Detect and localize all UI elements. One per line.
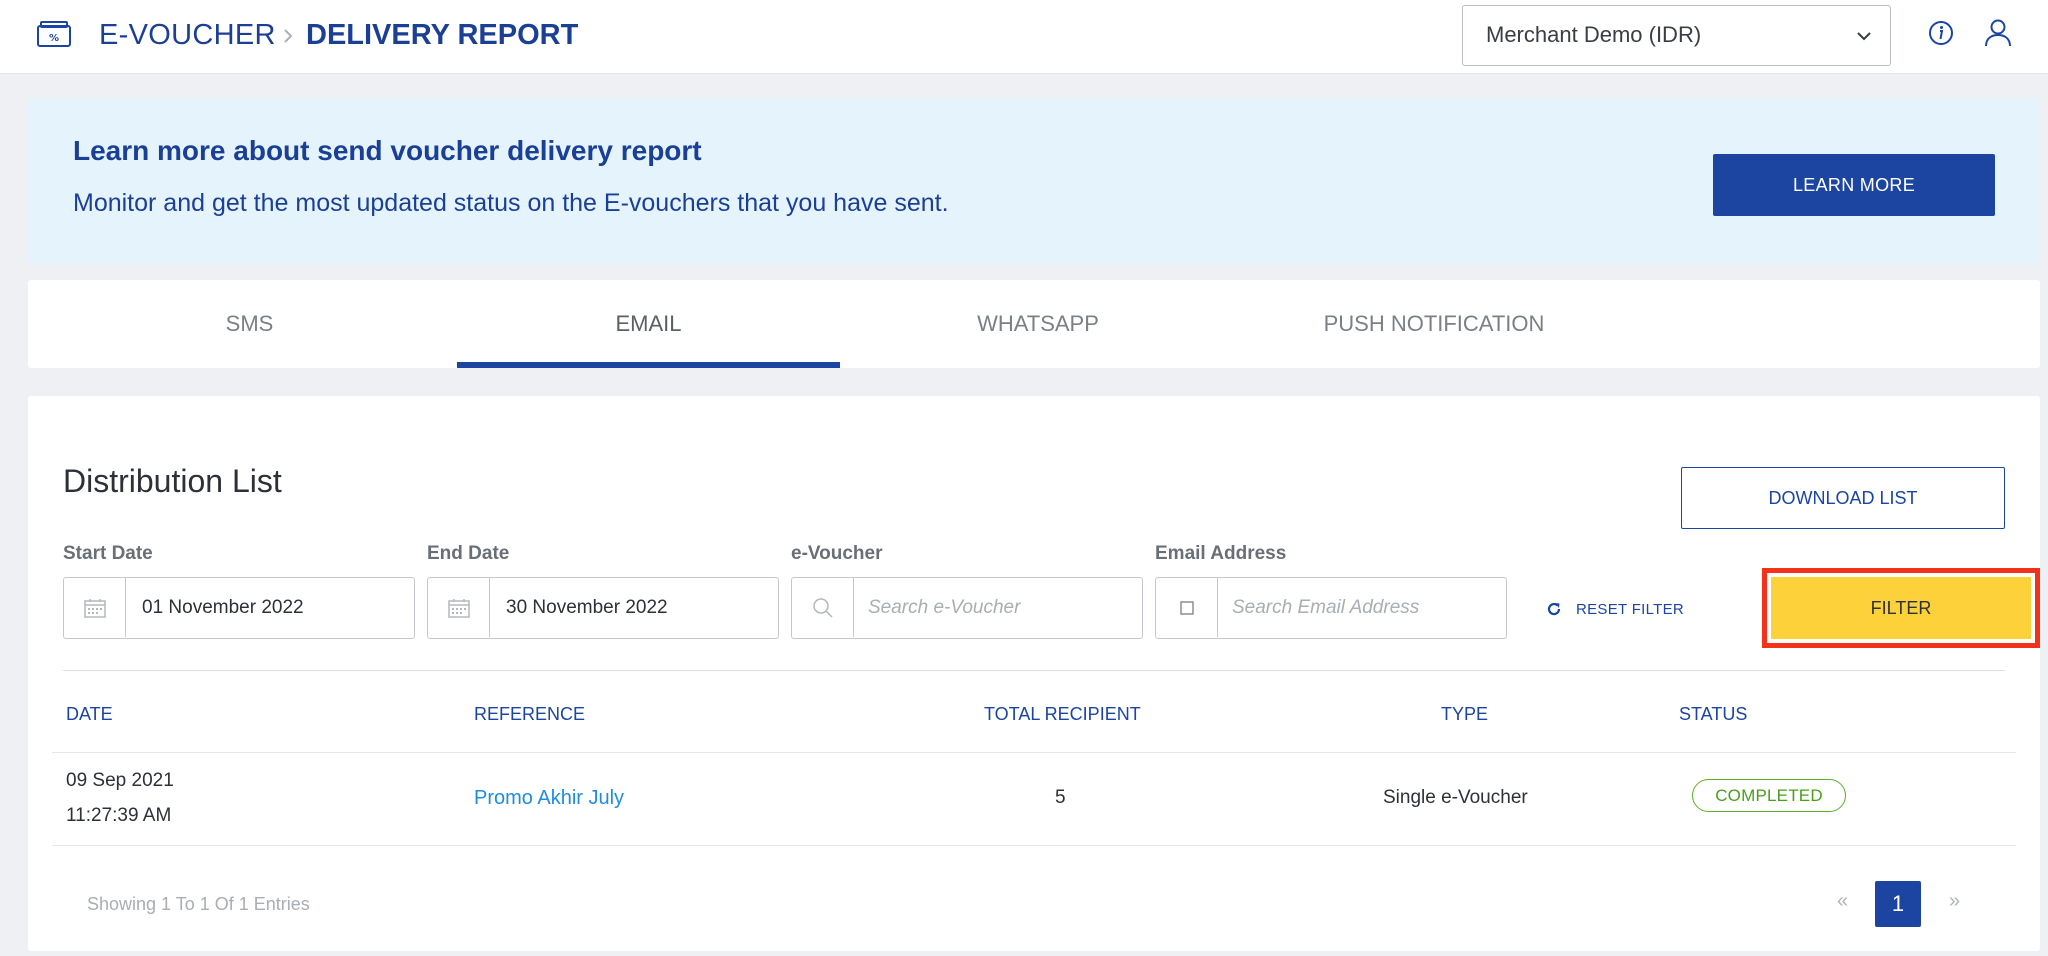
info-banner: Learn more about send voucher delivery r…: [28, 98, 2040, 264]
row-divider: [52, 845, 2016, 846]
banner-title: Learn more about send voucher delivery r…: [73, 135, 702, 166]
row-type: Single e-Voucher: [1383, 787, 1528, 808]
tab-sms[interactable]: SMS: [28, 280, 471, 368]
header-row-divider: [52, 752, 2016, 753]
learn-more-button[interactable]: LEARN MORE: [1713, 154, 1995, 216]
banner-subtitle: Monitor and get the most updated status …: [73, 189, 949, 217]
end-date-icon-box: [428, 578, 490, 637]
tab-email[interactable]: EMAIL: [457, 280, 840, 368]
active-tab-indicator: [457, 362, 840, 368]
voucher-logo-icon[interactable]: %: [37, 21, 71, 47]
showing-entries: Showing 1 To 1 Of 1 Entries: [87, 894, 310, 914]
reset-filter-label: RESET FILTER: [1576, 600, 1685, 618]
merchant-select-value: Merchant Demo (IDR): [1486, 22, 1702, 47]
panel-title: Distribution List: [63, 463, 282, 499]
merchant-select[interactable]: Merchant Demo (IDR): [1462, 5, 1891, 66]
end-date-label: End Date: [427, 543, 510, 564]
download-list-button[interactable]: DOWNLOAD LIST: [1681, 467, 2005, 529]
filter-button-highlight: FILTER: [1762, 568, 2040, 648]
filter-button[interactable]: FILTER: [1771, 577, 2031, 639]
calendar-icon: [447, 598, 470, 618]
row-date: 09 Sep 2021: [66, 770, 174, 791]
calendar-icon: [83, 598, 106, 618]
end-date-value: 30 November 2022: [506, 597, 668, 618]
user-icon[interactable]: [1984, 18, 2012, 48]
evoucher-search-field: [791, 577, 1143, 639]
distribution-panel: Distribution List DOWNLOAD LIST Start Da…: [28, 396, 2040, 951]
email-icon-box: [1156, 578, 1218, 637]
reset-filter-button[interactable]: RESET FILTER: [1546, 596, 1684, 622]
row-reference-link[interactable]: Promo Akhir July: [474, 785, 624, 811]
start-date-field[interactable]: 01 November 2022: [63, 577, 415, 639]
breadcrumb-current: DELIVERY REPORT: [306, 19, 579, 51]
column-header-reference: REFERENCE: [474, 704, 586, 724]
email-label: Email Address: [1155, 543, 1287, 564]
chevron-down-icon: [1857, 32, 1871, 41]
start-date-value: 01 November 2022: [142, 597, 304, 618]
square-icon: [1179, 600, 1194, 615]
evoucher-search-input[interactable]: [868, 590, 1128, 626]
column-header-type: TYPE: [1441, 704, 1489, 724]
breadcrumb-root[interactable]: E-VOUCHER: [99, 15, 276, 55]
column-header-status: STATUS: [1679, 704, 1748, 724]
filter-divider: [63, 670, 2005, 671]
start-date-icon-box: [64, 578, 126, 637]
email-search-input[interactable]: [1232, 590, 1492, 626]
refresh-icon: [1547, 602, 1561, 616]
svg-text:%: %: [49, 33, 59, 44]
end-date-field[interactable]: 30 November 2022: [427, 577, 779, 639]
start-date-label: Start Date: [63, 543, 153, 564]
row-total-recipient: 5: [1055, 787, 1066, 808]
pagination-page-1[interactable]: 1: [1875, 881, 1921, 927]
top-bar: % E-VOUCHER DELIVERY REPORT Merchant Dem…: [0, 0, 2048, 74]
pagination-prev[interactable]: «: [1837, 890, 1848, 913]
evoucher-icon-box: [792, 578, 854, 637]
info-icon[interactable]: [1927, 19, 1955, 47]
evoucher-label: e-Voucher: [791, 543, 883, 564]
column-header-total-recipient: TOTAL RECIPIENT: [984, 704, 1141, 724]
chevron-right-icon: [284, 29, 293, 43]
tab-push-notification[interactable]: PUSH NOTIFICATION: [1236, 280, 1632, 368]
row-time: 11:27:39 AM: [66, 805, 172, 826]
channel-tabs: SMS EMAIL WHATSAPP PUSH NOTIFICATION: [28, 280, 2040, 368]
search-icon: [812, 597, 833, 618]
email-search-field: [1155, 577, 1507, 639]
status-badge: COMPLETED: [1692, 779, 1846, 812]
pagination-next[interactable]: »: [1949, 890, 1960, 913]
tab-whatsapp[interactable]: WHATSAPP: [840, 280, 1236, 368]
column-header-date: DATE: [66, 704, 113, 724]
